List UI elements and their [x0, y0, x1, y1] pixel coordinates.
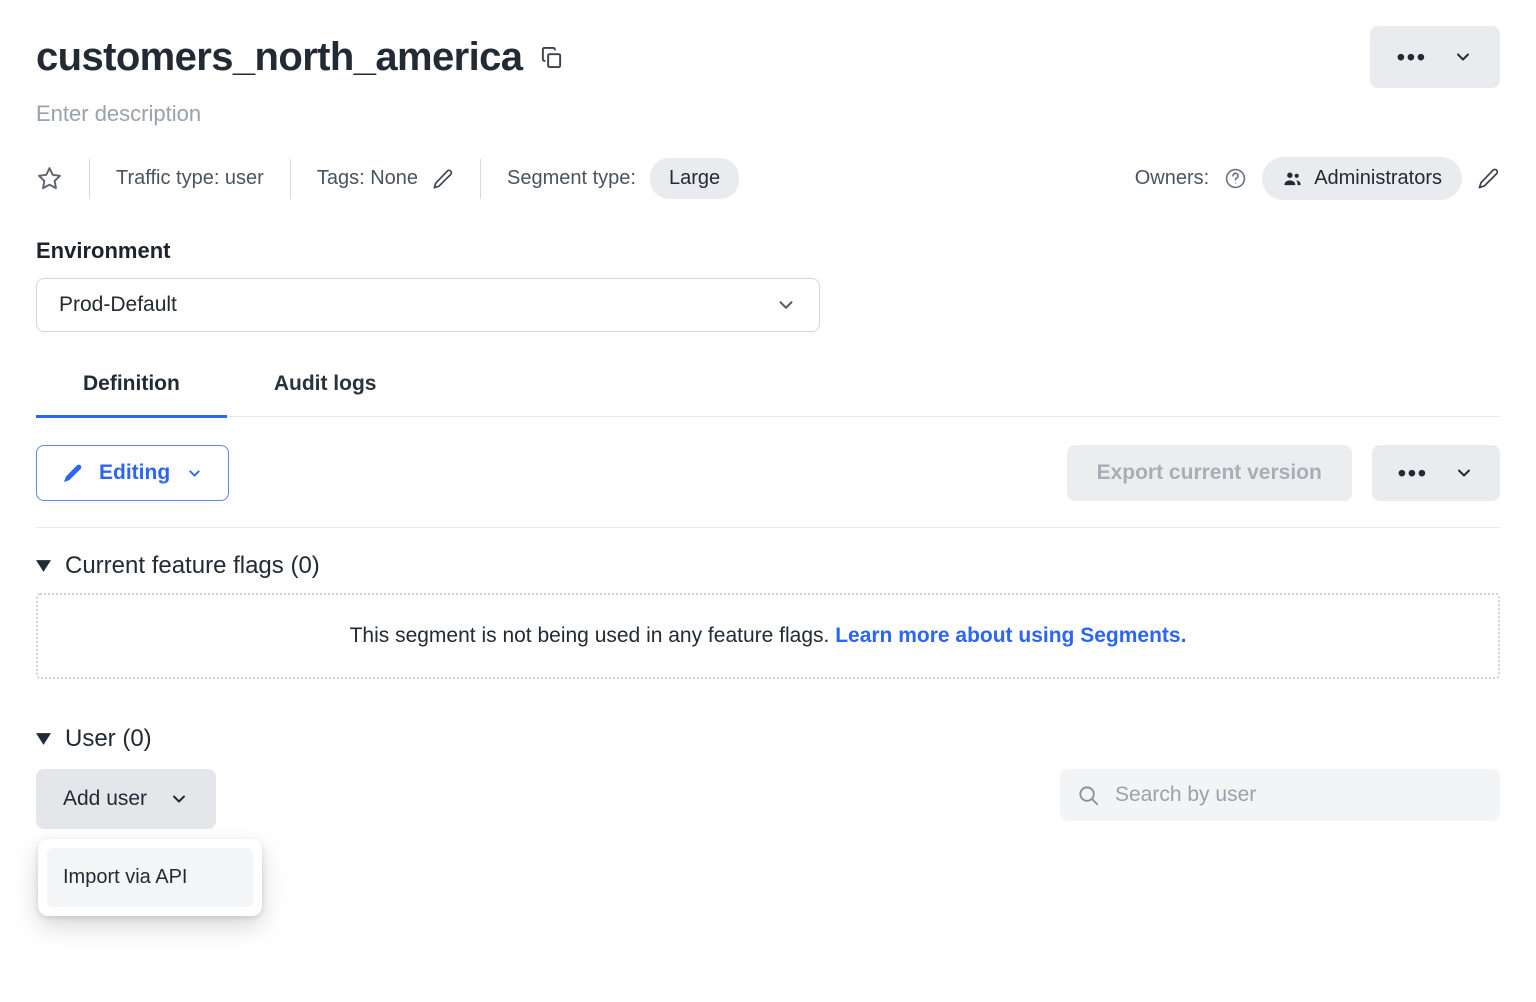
copy-icon	[540, 45, 563, 70]
segment-type-label: Segment type:	[507, 167, 636, 190]
add-user-dropdown-wrap: Add user Import via API	[36, 769, 216, 829]
tags-label: Tags: None	[317, 167, 418, 190]
tab-audit-logs[interactable]: Audit logs	[227, 372, 424, 418]
tags-field: Tags: None	[317, 167, 454, 190]
definition-more-menu-button[interactable]: •••	[1372, 445, 1500, 501]
help-circle-icon[interactable]	[1224, 167, 1247, 190]
header-more-menu-button[interactable]: •••	[1370, 26, 1500, 88]
add-user-label: Add user	[63, 787, 147, 811]
owners-value: Administrators	[1314, 167, 1442, 190]
environment-label: Environment	[36, 238, 1500, 264]
learn-more-link[interactable]: Learn more about using Segments.	[835, 624, 1186, 647]
add-user-dropdown-menu: Import via API	[38, 839, 262, 916]
chevron-down-icon	[1454, 463, 1474, 483]
user-heading[interactable]: User (0)	[36, 725, 1500, 753]
user-heading-label: User (0)	[65, 725, 152, 753]
owners-label: Owners:	[1135, 167, 1209, 190]
chevron-down-icon	[169, 789, 189, 809]
page-title: customers_north_america	[36, 35, 522, 80]
menu-item-import-via-api[interactable]: Import via API	[47, 848, 253, 907]
user-section: User (0) Add user Import via API	[36, 725, 1500, 829]
segment-type-badge: Large	[650, 158, 739, 199]
feature-flags-section: Current feature flags (0) This segment i…	[36, 552, 1500, 679]
tab-definition[interactable]: Definition	[36, 372, 227, 418]
environment-select[interactable]: Prod-Default	[36, 278, 820, 332]
people-icon	[1282, 168, 1303, 189]
pencil-icon	[432, 168, 454, 190]
user-search	[1060, 769, 1500, 821]
owners-field: Owners: Administrators	[1135, 157, 1500, 200]
feature-flags-heading-label: Current feature flags (0)	[65, 552, 320, 580]
divider	[36, 527, 1500, 528]
copy-name-button[interactable]	[540, 45, 563, 70]
star-icon	[36, 165, 63, 192]
segment-type-field: Segment type: Large	[507, 158, 739, 199]
environment-selected-value: Prod-Default	[59, 293, 177, 317]
segment-detail-page: customers_north_america ••• Enter descri…	[0, 0, 1536, 1002]
feature-flags-heading[interactable]: Current feature flags (0)	[36, 552, 1500, 580]
chevron-down-icon	[775, 294, 797, 316]
meta-row: Traffic type: user Tags: None Segment ty…	[36, 157, 1500, 200]
divider	[480, 159, 481, 199]
add-user-button[interactable]: Add user	[36, 769, 216, 829]
favorite-star-button[interactable]	[36, 165, 63, 192]
editing-mode-button[interactable]: Editing	[36, 445, 229, 501]
empty-state-text: This segment is not being used in any fe…	[350, 624, 830, 647]
edit-tags-button[interactable]	[432, 168, 454, 190]
divider	[89, 159, 90, 199]
definition-toolbar: Editing Export current version •••	[36, 445, 1500, 501]
chevron-down-icon	[1453, 47, 1473, 67]
pencil-icon	[62, 463, 83, 484]
environment-section: Environment Prod-Default	[36, 238, 1500, 332]
triangle-collapse-icon	[36, 560, 51, 572]
search-by-user-input[interactable]	[1113, 782, 1483, 808]
editing-label: Editing	[99, 461, 170, 485]
tab-bar: Definition Audit logs	[36, 372, 1500, 417]
ellipsis-icon: •••	[1397, 46, 1427, 69]
toolbar-right: Export current version •••	[1067, 445, 1500, 501]
user-controls: Add user Import via API	[36, 769, 1500, 829]
traffic-type-label: Traffic type: user	[116, 167, 264, 190]
description-input[interactable]: Enter description	[36, 101, 1500, 127]
header: customers_north_america •••	[36, 26, 1500, 88]
owners-pill[interactable]: Administrators	[1262, 157, 1462, 200]
search-icon	[1077, 784, 1100, 807]
edit-owners-button[interactable]	[1477, 167, 1500, 190]
triangle-collapse-icon	[36, 733, 51, 745]
divider	[290, 159, 291, 199]
chevron-down-icon	[186, 465, 203, 482]
feature-flags-empty-state: This segment is not being used in any fe…	[36, 593, 1500, 679]
export-current-version-button[interactable]: Export current version	[1067, 445, 1352, 501]
pencil-icon	[1477, 167, 1500, 190]
ellipsis-icon: •••	[1398, 462, 1428, 485]
